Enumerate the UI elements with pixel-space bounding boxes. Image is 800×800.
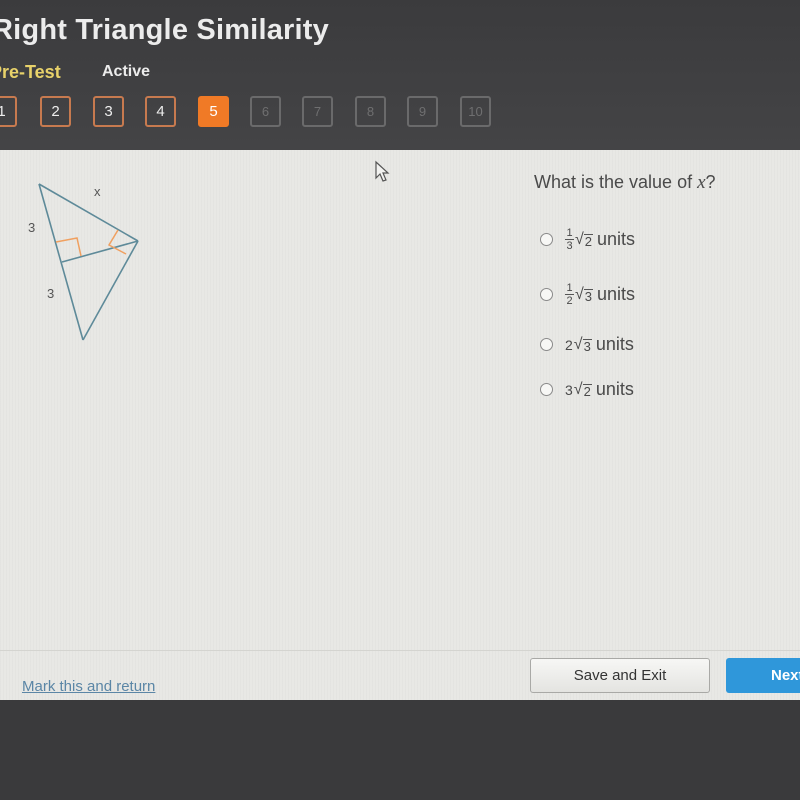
- option-units: units: [597, 229, 636, 249]
- radio-button[interactable]: [540, 383, 553, 396]
- mark-and-return-link[interactable]: Mark this and return: [22, 678, 155, 695]
- altitude-line: [61, 240, 139, 263]
- question-variable: x: [697, 172, 706, 193]
- fraction: 13: [565, 227, 574, 252]
- bottom-background: [0, 700, 800, 800]
- angle-mark: [107, 229, 127, 255]
- test-type-label: Pre-Test: [0, 62, 61, 82]
- question-button-7: 7: [302, 96, 333, 127]
- question-button-1[interactable]: 1: [0, 96, 17, 127]
- option-units: units: [595, 379, 634, 399]
- triangle-figure: x 3 3: [28, 183, 139, 341]
- answer-option-2[interactable]: 12 √ 3 units: [540, 282, 636, 307]
- page-title: Right Triangle Similarity: [0, 14, 329, 46]
- question-button-9: 9: [407, 96, 438, 127]
- square-root: √ 3: [573, 335, 592, 354]
- square-root: √ 3: [575, 285, 594, 304]
- answer-option-4[interactable]: 3 √ 2 units: [540, 379, 634, 400]
- hypotenuse-side: [38, 183, 139, 242]
- question-button-6: 6: [250, 96, 281, 127]
- next-button[interactable]: Next: [726, 658, 800, 693]
- option-units: units: [597, 284, 636, 304]
- label-upper-3: 3: [28, 220, 35, 235]
- option-units: units: [595, 334, 634, 354]
- question-button-10: 10: [460, 96, 491, 127]
- square-root: √ 2: [575, 230, 594, 249]
- question-button-4[interactable]: 4: [145, 96, 176, 127]
- radio-button[interactable]: [540, 338, 553, 351]
- save-and-exit-button[interactable]: Save and Exit: [530, 658, 710, 693]
- radio-button[interactable]: [540, 288, 553, 301]
- answer-option-3[interactable]: 2 √ 3 units: [540, 334, 634, 355]
- question-button-2[interactable]: 2: [40, 96, 71, 127]
- answer-option-1[interactable]: 13 √ 2 units: [540, 227, 636, 252]
- question-panel: x 3 3 What is the value of x? 13 √ 2 unit…: [0, 150, 800, 700]
- question-button-5[interactable]: 5: [198, 96, 229, 127]
- label-lower-3: 3: [47, 286, 54, 301]
- square-root: √ 2: [573, 380, 592, 399]
- question-text: What is the value of x?: [534, 172, 716, 193]
- fraction: 12: [565, 282, 574, 307]
- lower-side: [82, 240, 139, 341]
- coefficient: 2: [565, 336, 573, 353]
- status-label: Active: [102, 63, 151, 80]
- radio-button[interactable]: [540, 233, 553, 246]
- mouse-cursor-icon: [375, 160, 390, 182]
- footer-divider: [0, 650, 800, 651]
- question-button-8: 8: [355, 96, 386, 127]
- left-side: [38, 183, 84, 341]
- question-button-3[interactable]: 3: [93, 96, 124, 127]
- coefficient: 3: [565, 381, 573, 398]
- label-x: x: [94, 184, 101, 199]
- right-angle-mark: [55, 237, 82, 257]
